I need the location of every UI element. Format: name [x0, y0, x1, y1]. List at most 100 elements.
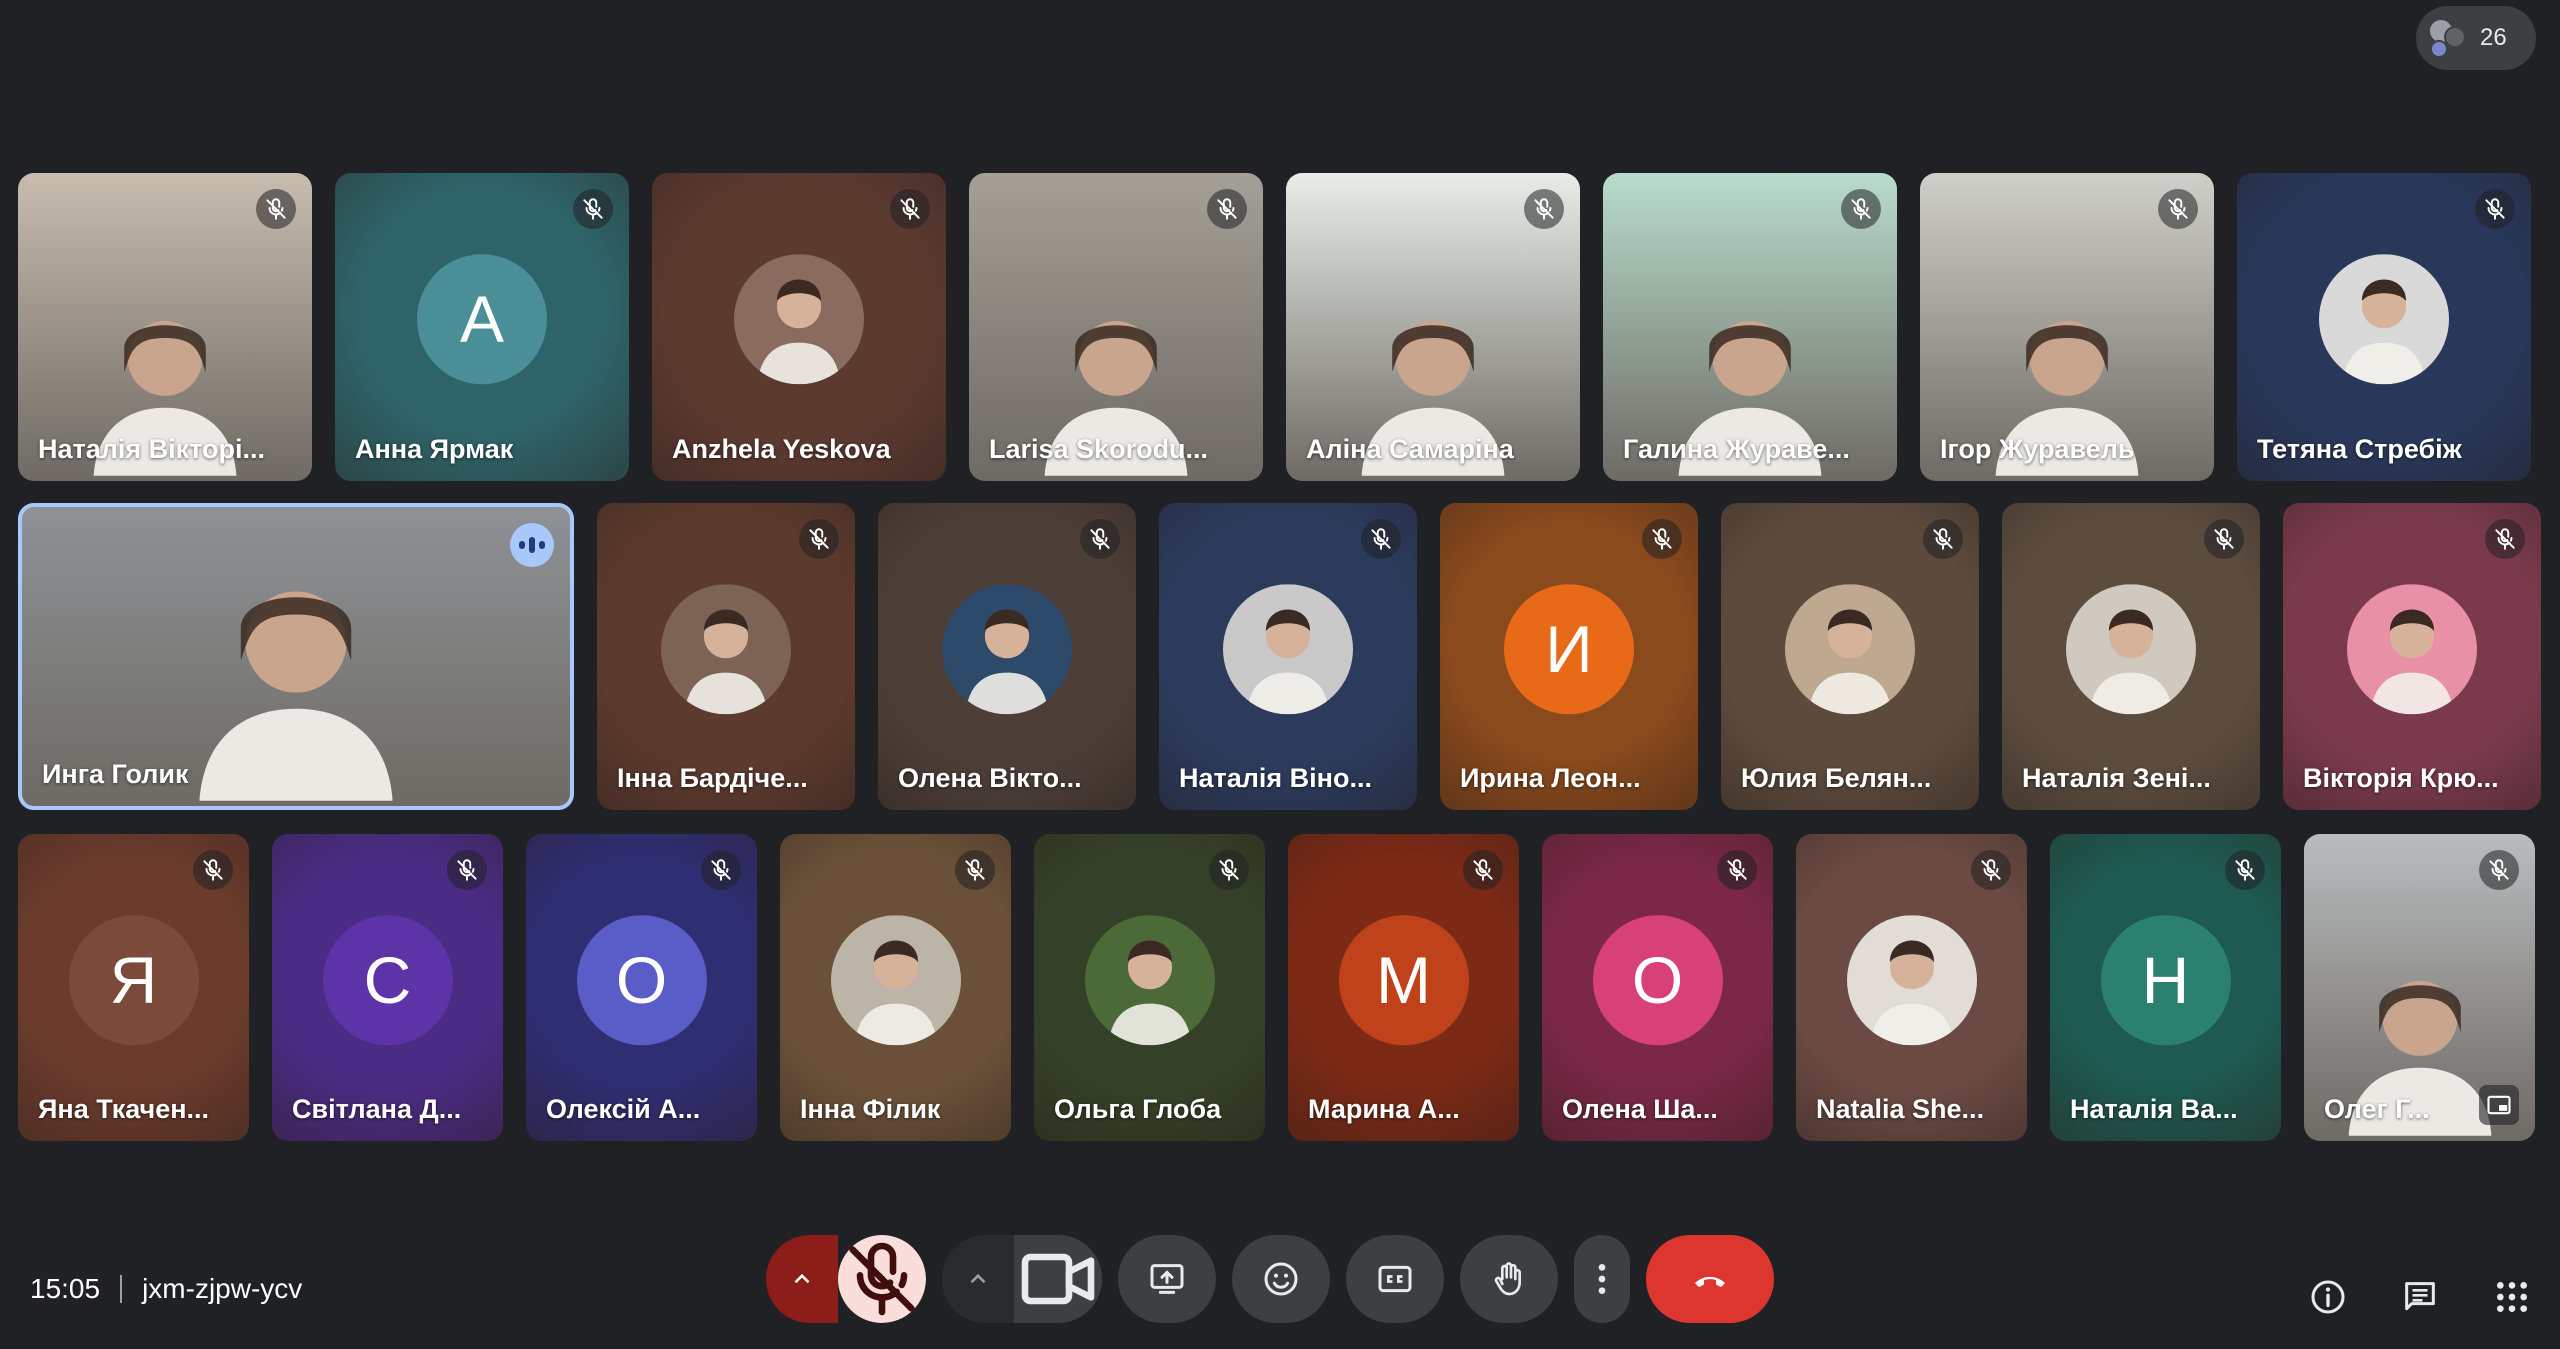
activities-button[interactable] [2490, 1275, 2534, 1319]
participant-tile[interactable]: С Світлана Д... [272, 834, 503, 1141]
raise-hand-button[interactable] [1460, 1235, 1558, 1323]
muted-indicator [2475, 189, 2515, 229]
mic-off-icon [2235, 859, 2255, 881]
meeting-details-button[interactable] [2306, 1275, 2350, 1319]
avatar-initial: Я [68, 914, 199, 1045]
participant-name: Наталія Зені... [2022, 763, 2211, 793]
meeting-info: 15:05 jxm-zjpw-ycv [30, 1273, 302, 1305]
avatar-photo [942, 583, 1072, 714]
participant-name: Anzhela Yeskova [672, 434, 891, 464]
participant-name: Олена Ша... [1562, 1094, 1718, 1124]
participant-tile[interactable]: Наталія Зені... [2002, 503, 2260, 810]
muted-indicator [256, 189, 296, 229]
participant-tile[interactable]: Олена Вікто... [878, 503, 1136, 810]
participant-name: Вікторія Крю... [2303, 763, 2499, 793]
participant-name: Инга Голик [42, 759, 189, 789]
muted-indicator [1361, 519, 1401, 559]
muted-indicator [890, 189, 930, 229]
muted-indicator [1971, 850, 2011, 890]
present-screen-icon [1150, 1264, 1184, 1294]
muted-indicator [2204, 519, 2244, 559]
participant-tile[interactable]: Я Яна Ткачен... [18, 834, 249, 1141]
participant-tile[interactable]: А Анна Ярмак [335, 173, 629, 481]
muted-indicator [1207, 189, 1247, 229]
participant-tile[interactable]: Ігор Журавель [1920, 173, 2214, 481]
captions-button[interactable] [1346, 1235, 1444, 1323]
participant-name: Natalia She... [1816, 1094, 1985, 1124]
participant-tile[interactable]: М Марина А... [1288, 834, 1519, 1141]
participant-tile[interactable]: Тетяна Стребіж [2237, 173, 2531, 481]
participants-button[interactable]: 26 [2416, 6, 2536, 70]
participant-name: Марина А... [1308, 1094, 1460, 1124]
participant-tile[interactable]: Олег Г... [2304, 834, 2535, 1141]
participant-name: Світлана Д... [292, 1094, 462, 1124]
end-call-button[interactable] [1646, 1235, 1774, 1323]
muted-indicator [1642, 519, 1682, 559]
raise-hand-icon [1494, 1262, 1521, 1296]
muted-indicator [1209, 850, 1249, 890]
reactions-button[interactable] [1232, 1235, 1330, 1323]
participant-name: Наталія Ва... [2070, 1094, 2238, 1124]
participant-tile[interactable]: Інна Філик [780, 834, 1011, 1141]
participant-count: 26 [2480, 24, 2507, 51]
present-screen-button[interactable] [1118, 1235, 1216, 1323]
mic-off-icon [965, 859, 985, 881]
participant-tile[interactable]: Галина Жураве... [1603, 173, 1897, 481]
call-controls-bar: 15:05 jxm-zjpw-ycv [0, 1169, 2560, 1349]
camera-toggle-button[interactable] [1014, 1235, 1102, 1323]
avatar-initial: О [1592, 914, 1723, 1045]
participant-tile[interactable]: Natalia She... [1796, 834, 2027, 1141]
mic-off-icon [2489, 859, 2509, 881]
muted-indicator [2158, 189, 2198, 229]
mic-off-icon [1371, 528, 1391, 550]
picture-in-picture-icon[interactable] [2479, 1085, 2519, 1125]
participant-tile[interactable]: Вікторія Крю... [2283, 503, 2541, 810]
muted-indicator [447, 850, 487, 890]
participant-tile[interactable]: Н Наталія Ва... [2050, 834, 2281, 1141]
activities-icon [2497, 1282, 2527, 1312]
muted-indicator [955, 850, 995, 890]
chat-icon [2405, 1282, 2435, 1311]
participant-tile[interactable]: Инга Голик [18, 503, 574, 810]
mic-off-icon [849, 1242, 915, 1316]
mic-off-icon [1534, 198, 1554, 220]
mic-off-icon [900, 198, 920, 220]
participant-tile[interactable]: Аліна Самаріна [1286, 173, 1580, 481]
info-icon [2311, 1280, 2345, 1314]
muted-indicator [2479, 850, 2519, 890]
muted-indicator [1841, 189, 1881, 229]
chevron-up-icon [970, 1273, 986, 1284]
participant-avatars [2426, 16, 2466, 60]
audio-options-button[interactable] [766, 1235, 838, 1323]
microphone-toggle-button[interactable] [838, 1235, 926, 1323]
participant-tile[interactable]: О Олена Ша... [1542, 834, 1773, 1141]
participant-tile[interactable]: Наталія Вікторі... [18, 173, 312, 481]
avatar-initial: С [322, 914, 453, 1045]
chat-button[interactable] [2398, 1275, 2442, 1319]
participant-tile[interactable]: Ольга Глоба [1034, 834, 1265, 1141]
participant-name: Інна Бардіче... [617, 763, 808, 793]
mic-off-icon [711, 859, 731, 881]
participant-tile[interactable]: Larisa Skorodu... [969, 173, 1263, 481]
participant-name: Наталія Вікторі... [38, 434, 266, 464]
mic-off-icon [1219, 859, 1239, 881]
participant-tile[interactable]: О Олексій А... [526, 834, 757, 1141]
participant-tile[interactable]: Anzhela Yeskova [652, 173, 946, 481]
participant-tile[interactable]: Інна Бардіче... [597, 503, 855, 810]
mic-off-icon [583, 198, 603, 220]
participant-name: Ольга Глоба [1054, 1094, 1222, 1124]
mic-off-icon [1933, 528, 1953, 550]
video-feed [181, 559, 411, 806]
participant-tile[interactable]: И Ирина Леон... [1440, 503, 1698, 810]
more-options-button[interactable] [1574, 1235, 1630, 1323]
video-options-button[interactable] [942, 1235, 1014, 1323]
participant-name: Галина Жураве... [1623, 434, 1850, 464]
participant-tile[interactable]: Юлия Белян... [1721, 503, 1979, 810]
speaking-indicator-icon [510, 523, 554, 567]
mic-off-icon [2168, 198, 2188, 220]
participant-name: Олена Вікто... [898, 763, 1082, 793]
participant-tile[interactable]: Наталія Віно... [1159, 503, 1417, 810]
tile-row-2: Инга Голик Інна Бардіче... Олена Вікто... Н… [18, 503, 2541, 810]
muted-indicator [2225, 850, 2265, 890]
participant-name: Олег Г... [2324, 1094, 2430, 1124]
